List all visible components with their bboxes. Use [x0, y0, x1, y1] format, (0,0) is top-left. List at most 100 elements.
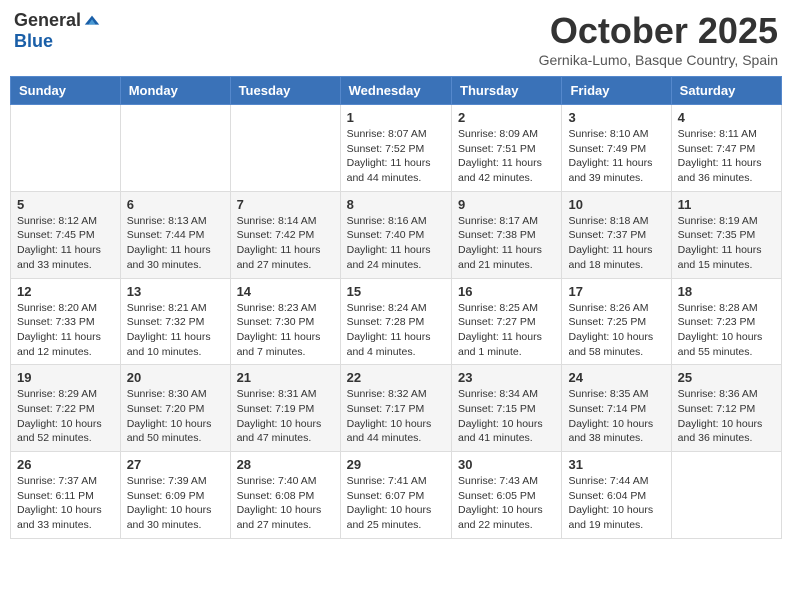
- location-text: Gernika-Lumo, Basque Country, Spain: [539, 52, 778, 68]
- calendar-week-3: 12Sunrise: 8:20 AM Sunset: 7:33 PM Dayli…: [11, 278, 782, 365]
- column-header-wednesday: Wednesday: [340, 77, 451, 105]
- calendar-cell: 4 Sunrise: 8:11 AM Sunset: 7:47 PM Daylig…: [671, 105, 781, 192]
- day-info: Sunrise: 8:29 AM Sunset: 7:22 PM Dayligh…: [17, 387, 114, 446]
- calendar-week-4: 19 Sunrise: 8:29 AM Sunset: 7:22 PM Dayli…: [11, 365, 782, 452]
- logo-general-text: General: [14, 10, 81, 31]
- day-info: Sunrise: 8:13 AM Sunset: 7:44 PM Dayligh…: [127, 214, 224, 273]
- day-info: Sunrise: 8:26 AM Sunset: 7:25 PM Dayligh…: [568, 301, 664, 360]
- day-info: Sunrise: 8:24 AM Sunset: 7:28 PM Dayligh…: [347, 301, 445, 360]
- day-info: Sunrise: 7:37 AM Sunset: 6:11 PM Dayligh…: [17, 474, 114, 533]
- column-header-thursday: Thursday: [452, 77, 562, 105]
- day-info: Sunrise: 8:30 AM Sunset: 7:20 PM Dayligh…: [127, 387, 224, 446]
- day-info: Sunrise: 8:07 AM Sunset: 7:52 PM Dayligh…: [347, 127, 445, 186]
- day-number: 13: [127, 284, 224, 299]
- day-number: 21: [237, 370, 334, 385]
- calendar-header-row: SundayMondayTuesdayWednesdayThursdayFrid…: [11, 77, 782, 105]
- calendar-cell: 26Sunrise: 7:37 AM Sunset: 6:11 PM Dayli…: [11, 452, 121, 539]
- day-number: 12: [17, 284, 114, 299]
- calendar-cell: 31 Sunrise: 7:44 AM Sunset: 6:04 PM Dayli…: [562, 452, 671, 539]
- day-number: 3: [568, 110, 664, 125]
- day-number: 15: [347, 284, 445, 299]
- day-number: 28: [237, 457, 334, 472]
- day-info: Sunrise: 8:21 AM Sunset: 7:32 PM Dayligh…: [127, 301, 224, 360]
- day-info: Sunrise: 8:11 AM Sunset: 7:47 PM Dayligh…: [678, 127, 775, 186]
- day-info: Sunrise: 8:12 AM Sunset: 7:45 PM Dayligh…: [17, 214, 114, 273]
- day-number: 19: [17, 370, 114, 385]
- day-info: Sunrise: 8:36 AM Sunset: 7:12 PM Dayligh…: [678, 387, 775, 446]
- calendar-cell: 14 Sunrise: 8:23 AM Sunset: 7:30 PM Dayli…: [230, 278, 340, 365]
- calendar-cell: 16 Sunrise: 8:25 AM Sunset: 7:27 PM Dayli…: [452, 278, 562, 365]
- day-info: Sunrise: 8:25 AM Sunset: 7:27 PM Dayligh…: [458, 301, 555, 360]
- day-info: Sunrise: 8:35 AM Sunset: 7:14 PM Dayligh…: [568, 387, 664, 446]
- column-header-sunday: Sunday: [11, 77, 121, 105]
- day-info: Sunrise: 7:44 AM Sunset: 6:04 PM Dayligh…: [568, 474, 664, 533]
- day-info: Sunrise: 8:23 AM Sunset: 7:30 PM Dayligh…: [237, 301, 334, 360]
- logo-blue-text: Blue: [14, 31, 53, 52]
- day-number: 17: [568, 284, 664, 299]
- calendar-cell: 28 Sunrise: 7:40 AM Sunset: 6:08 PM Dayli…: [230, 452, 340, 539]
- calendar-cell: 1Sunrise: 8:07 AM Sunset: 7:52 PM Daylig…: [340, 105, 451, 192]
- month-title: October 2025: [539, 10, 778, 52]
- calendar-week-5: 26Sunrise: 7:37 AM Sunset: 6:11 PM Dayli…: [11, 452, 782, 539]
- day-number: 14: [237, 284, 334, 299]
- day-number: 2: [458, 110, 555, 125]
- calendar-cell: 20 Sunrise: 8:30 AM Sunset: 7:20 PM Dayli…: [120, 365, 230, 452]
- day-info: Sunrise: 8:28 AM Sunset: 7:23 PM Dayligh…: [678, 301, 775, 360]
- calendar-cell: 2 Sunrise: 8:09 AM Sunset: 7:51 PM Daylig…: [452, 105, 562, 192]
- calendar-cell: [11, 105, 121, 192]
- calendar-cell: 15 Sunrise: 8:24 AM Sunset: 7:28 PM Dayli…: [340, 278, 451, 365]
- title-area: October 2025 Gernika-Lumo, Basque Countr…: [539, 10, 778, 68]
- column-header-monday: Monday: [120, 77, 230, 105]
- calendar-cell: 30Sunrise: 7:43 AM Sunset: 6:05 PM Dayli…: [452, 452, 562, 539]
- day-info: Sunrise: 7:40 AM Sunset: 6:08 PM Dayligh…: [237, 474, 334, 533]
- day-info: Sunrise: 7:43 AM Sunset: 6:05 PM Dayligh…: [458, 474, 555, 533]
- calendar-cell: 25Sunrise: 8:36 AM Sunset: 7:12 PM Dayli…: [671, 365, 781, 452]
- day-number: 7: [237, 197, 334, 212]
- day-number: 5: [17, 197, 114, 212]
- day-number: 29: [347, 457, 445, 472]
- day-number: 9: [458, 197, 555, 212]
- calendar-week-2: 5 Sunrise: 8:12 AM Sunset: 7:45 PM Daylig…: [11, 191, 782, 278]
- day-info: Sunrise: 8:17 AM Sunset: 7:38 PM Dayligh…: [458, 214, 555, 273]
- calendar-table: SundayMondayTuesdayWednesdayThursdayFrid…: [10, 76, 782, 539]
- calendar-cell: 9 Sunrise: 8:17 AM Sunset: 7:38 PM Daylig…: [452, 191, 562, 278]
- day-info: Sunrise: 8:32 AM Sunset: 7:17 PM Dayligh…: [347, 387, 445, 446]
- calendar-cell: 12Sunrise: 8:20 AM Sunset: 7:33 PM Dayli…: [11, 278, 121, 365]
- day-number: 31: [568, 457, 664, 472]
- calendar-cell: 21Sunrise: 8:31 AM Sunset: 7:19 PM Dayli…: [230, 365, 340, 452]
- calendar-cell: 18 Sunrise: 8:28 AM Sunset: 7:23 PM Dayli…: [671, 278, 781, 365]
- column-header-friday: Friday: [562, 77, 671, 105]
- logo: General Blue: [14, 10, 101, 52]
- calendar-cell: 19 Sunrise: 8:29 AM Sunset: 7:22 PM Dayli…: [11, 365, 121, 452]
- calendar-cell: 10 Sunrise: 8:18 AM Sunset: 7:37 PM Dayli…: [562, 191, 671, 278]
- column-header-tuesday: Tuesday: [230, 77, 340, 105]
- day-number: 16: [458, 284, 555, 299]
- day-info: Sunrise: 8:16 AM Sunset: 7:40 PM Dayligh…: [347, 214, 445, 273]
- day-info: Sunrise: 7:41 AM Sunset: 6:07 PM Dayligh…: [347, 474, 445, 533]
- calendar-cell: 29 Sunrise: 7:41 AM Sunset: 6:07 PM Dayli…: [340, 452, 451, 539]
- page-header: General Blue October 2025 Gernika-Lumo, …: [10, 10, 782, 68]
- day-number: 4: [678, 110, 775, 125]
- calendar-cell: 13 Sunrise: 8:21 AM Sunset: 7:32 PM Dayli…: [120, 278, 230, 365]
- calendar-cell: 23Sunrise: 8:34 AM Sunset: 7:15 PM Dayli…: [452, 365, 562, 452]
- day-info: Sunrise: 7:39 AM Sunset: 6:09 PM Dayligh…: [127, 474, 224, 533]
- day-number: 18: [678, 284, 775, 299]
- day-info: Sunrise: 8:18 AM Sunset: 7:37 PM Dayligh…: [568, 214, 664, 273]
- calendar-cell: 27 Sunrise: 7:39 AM Sunset: 6:09 PM Dayli…: [120, 452, 230, 539]
- calendar-cell: 8 Sunrise: 8:16 AM Sunset: 7:40 PM Daylig…: [340, 191, 451, 278]
- day-number: 20: [127, 370, 224, 385]
- calendar-cell: 17 Sunrise: 8:26 AM Sunset: 7:25 PM Dayli…: [562, 278, 671, 365]
- day-number: 27: [127, 457, 224, 472]
- day-number: 8: [347, 197, 445, 212]
- calendar-cell: 7Sunrise: 8:14 AM Sunset: 7:42 PM Daylig…: [230, 191, 340, 278]
- day-info: Sunrise: 8:34 AM Sunset: 7:15 PM Dayligh…: [458, 387, 555, 446]
- calendar-cell: [120, 105, 230, 192]
- day-number: 6: [127, 197, 224, 212]
- day-number: 22: [347, 370, 445, 385]
- calendar-cell: 6 Sunrise: 8:13 AM Sunset: 7:44 PM Daylig…: [120, 191, 230, 278]
- day-number: 10: [568, 197, 664, 212]
- day-info: Sunrise: 8:09 AM Sunset: 7:51 PM Dayligh…: [458, 127, 555, 186]
- calendar-cell: 5 Sunrise: 8:12 AM Sunset: 7:45 PM Daylig…: [11, 191, 121, 278]
- column-header-saturday: Saturday: [671, 77, 781, 105]
- calendar-cell: [671, 452, 781, 539]
